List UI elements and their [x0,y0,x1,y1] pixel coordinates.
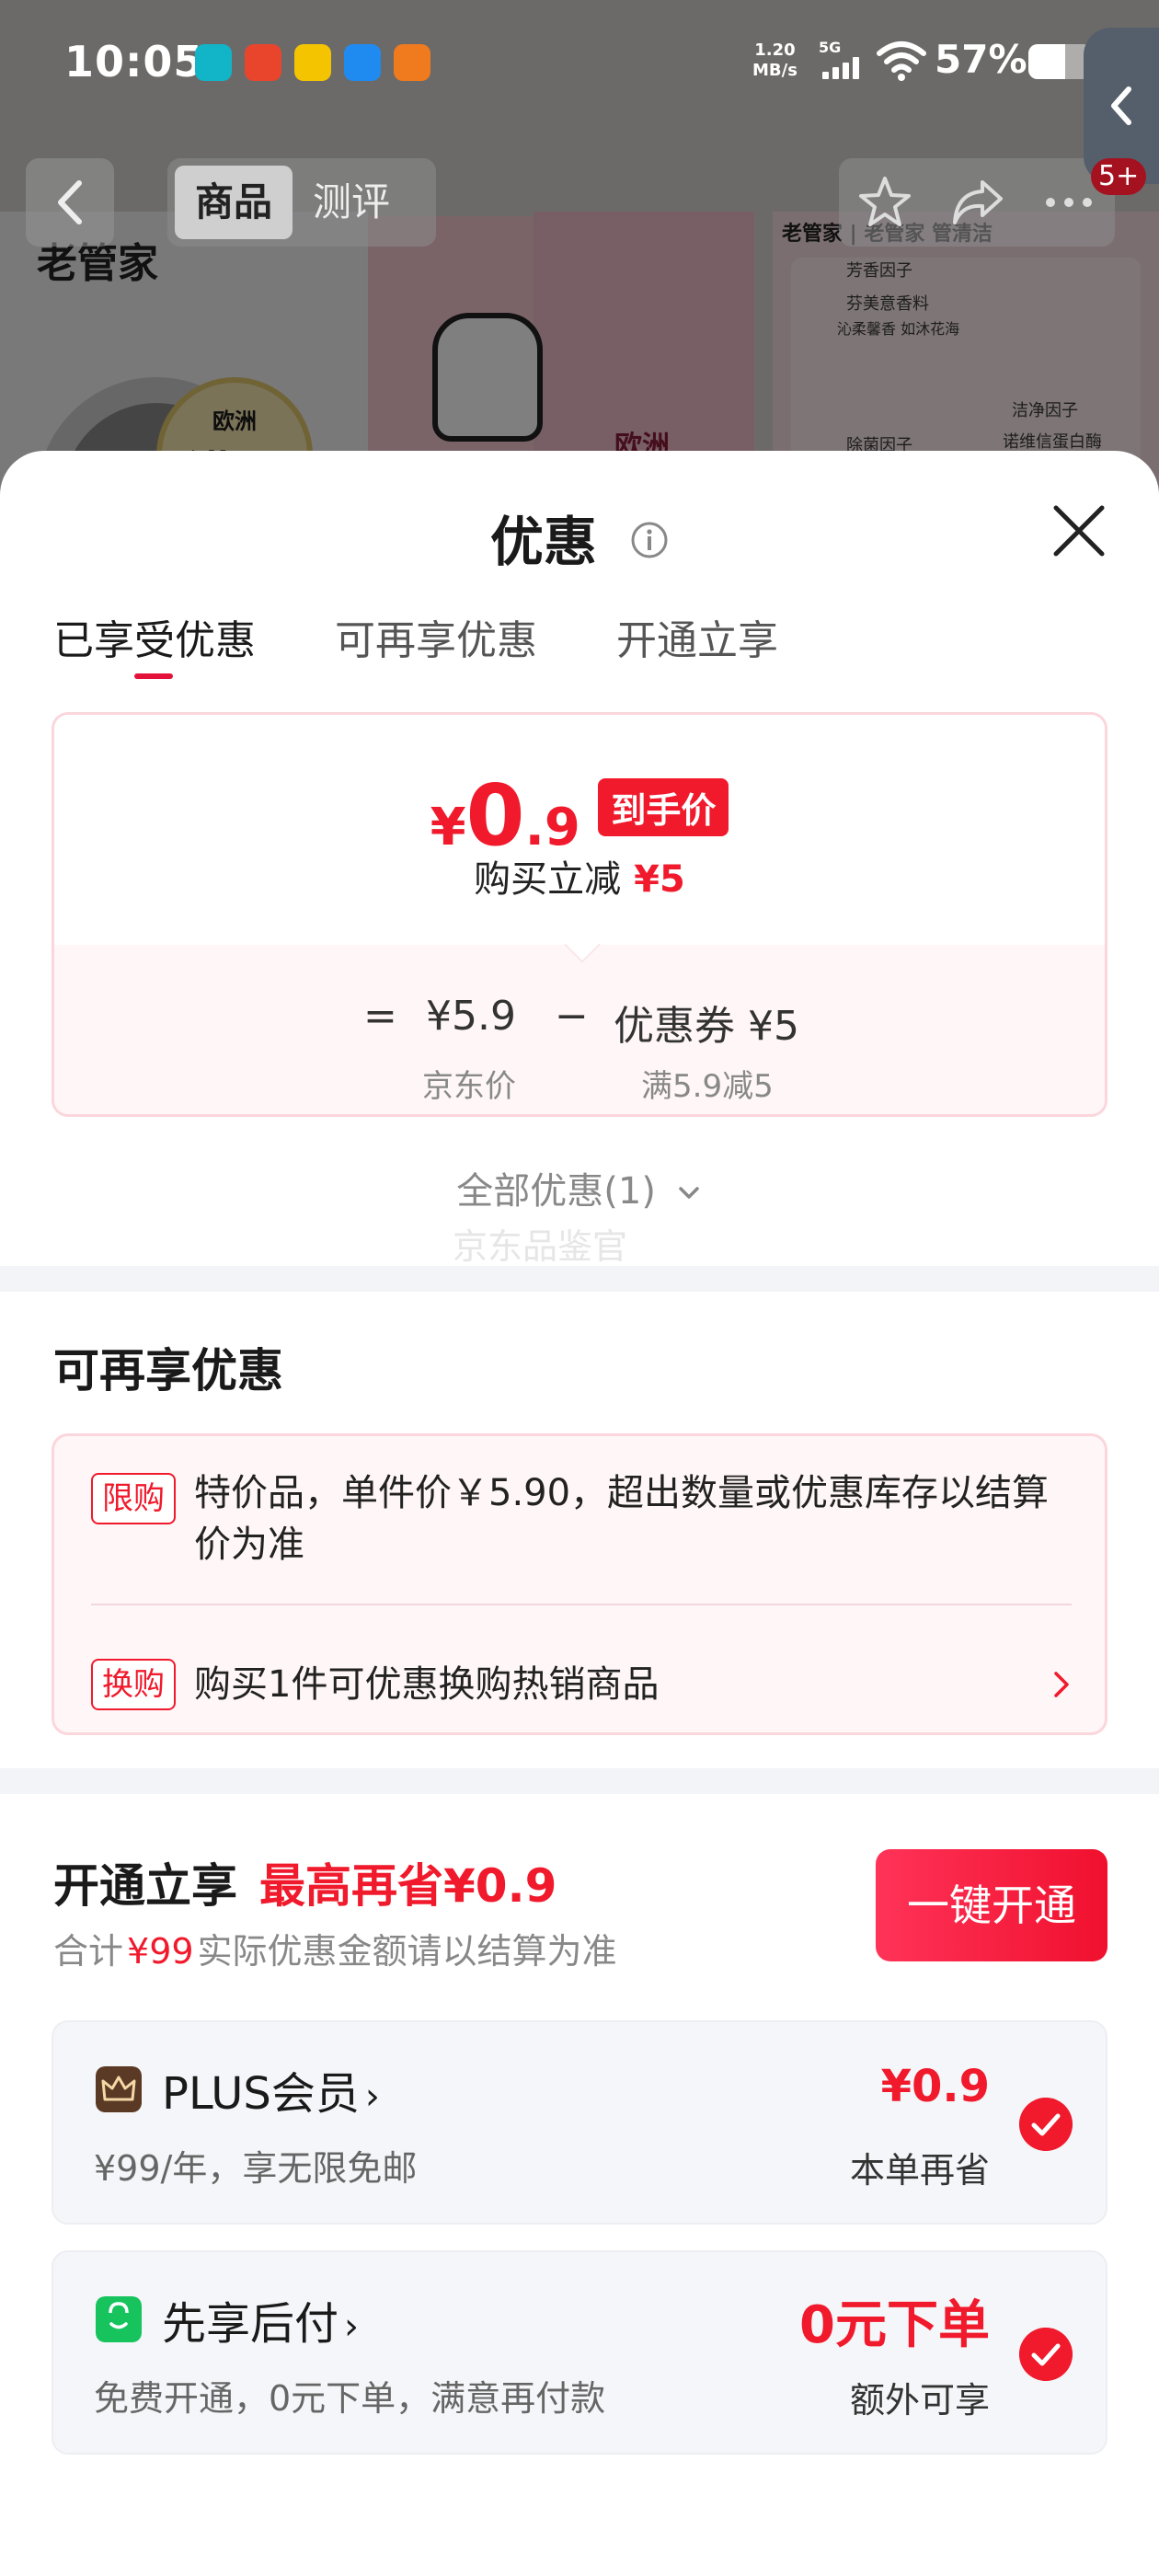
jd-price-label: 京东价 [422,1068,516,1105]
status-bar: 10:05 1.20 MB/s 5G 57% [0,0,1159,129]
open-now-subtitle: 合计 ¥99 实际优惠金额请以结算为准 [53,1931,617,1972]
minus-sign: − [555,993,589,1040]
exchange-text[interactable]: 购买1件可优惠换购热销商品 [194,1659,1068,1710]
purchase-reduction: 购买立减 ¥5 [474,858,685,901]
notification-app-icon [394,44,430,81]
more-icon[interactable] [1039,173,1098,232]
max-savings: 最高再省¥0.9 [259,1859,557,1913]
notification-app-icon [294,44,331,81]
offers-bottom-sheet: 优惠 已享受优惠 可再享优惠 开通立享 ¥0.9 到手价 购买立减 ¥5 = ¥5… [0,451,1159,2576]
pay-later-card[interactable]: 先享后付 › 免费开通，0元下单，满意再付款 0元下单 额外可享 [52,2250,1107,2455]
more-offers-card: 限购 特价品，单件价￥5.90，超出数量或优惠库存以结算价为准 换购 购买1件可… [52,1433,1107,1735]
close-icon[interactable] [1047,499,1111,563]
tab-enjoyed-offers[interactable]: 已享受优惠 [53,607,256,679]
plus-member-savings: ¥0.9 [880,2061,990,2112]
pay-later-desc: 免费开通，0元下单，满意再付款 [94,2378,606,2419]
sheet-title: 优惠 [0,499,1159,576]
notification-app-icon [195,44,232,81]
one-click-open-button[interactable]: 一键开通 [876,1849,1107,1961]
back-button[interactable] [26,158,114,247]
battery-percent: 57% [935,37,1027,82]
network-speed: 1.20 MB/s [752,40,798,80]
notification-app-icon [245,44,281,81]
plus-member-title[interactable]: PLUS会员 › [162,2057,380,2122]
all-offers-toggle[interactable]: 全部优惠(1) [0,1161,1159,1214]
product-nav-tabs: 商品 测评 [167,158,436,247]
offer-tabs: 已享受优惠 可再享优惠 开通立享 [53,607,857,679]
price-breakdown: = ¥5.9 − 优惠券 ¥5 京东价 满5.9减5 [54,945,1105,1114]
tab-more-offers[interactable]: 可再享优惠 [335,607,537,666]
product-nav-actions [839,158,1115,247]
limit-text: 特价品，单件价￥5.90，超出数量或优惠库存以结算价为准 [194,1472,1050,1566]
tab-review[interactable]: 测评 [293,166,410,239]
checkbox-checked-icon[interactable] [1019,2328,1073,2381]
coupon-condition: 满5.9减5 [641,1068,774,1105]
cellular-signal-icon: 5G [819,39,865,83]
pay-later-value: 0元下单 [799,2295,990,2355]
section-divider [0,1266,1159,1292]
clock: 10:05 [64,37,204,86]
coupon-amount: 优惠券 ¥5 [614,1003,799,1050]
wifi-icon [877,41,926,81]
final-price-tag: 到手价 [598,778,729,836]
exchange-tag: 换购 [91,1659,176,1710]
final-price-card: ¥0.9 到手价 购买立减 ¥5 = ¥5.9 − 优惠券 ¥5 京东价 满5.9… [52,712,1107,1117]
star-icon[interactable] [855,173,914,232]
crown-icon [96,2066,142,2112]
pay-later-note: 额外可享 [849,2380,990,2421]
info-icon[interactable] [630,521,669,559]
checkbox-checked-icon[interactable] [1019,2098,1073,2151]
back-icon [58,180,82,224]
tab-goods[interactable]: 商品 [175,166,293,239]
notification-app-icon [344,44,381,81]
notification-app-icons [195,44,430,81]
watermark-text: 京东品鉴官 [453,1226,628,1267]
plus-member-note: 本单再省 [849,2150,990,2191]
share-icon[interactable] [947,173,1006,232]
chevron-right-icon[interactable] [1048,1666,1075,1703]
section-divider [0,1768,1159,1794]
pay-later-title[interactable]: 先享后付 › [162,2287,359,2352]
limit-tag: 限购 [91,1473,176,1524]
shopping-bag-icon [96,2296,142,2342]
plus-member-card[interactable]: PLUS会员 › ¥99/年，享无限免邮 ¥0.9 本单再省 [52,2020,1107,2225]
plus-member-desc: ¥99/年，享无限免邮 [94,2148,418,2189]
open-now-title: 开通立享 最高再省¥0.9 [53,1859,557,1913]
more-offers-title: 可再享优惠 [53,1344,283,1397]
equals-sign: = [363,993,397,1040]
jd-price: ¥5.9 [426,993,516,1040]
tab-open-now[interactable]: 开通立享 [616,607,778,666]
chevron-down-icon [678,1187,699,1199]
message-count-badge: 5+ [1091,158,1147,195]
chevron-left-icon [1111,86,1131,125]
